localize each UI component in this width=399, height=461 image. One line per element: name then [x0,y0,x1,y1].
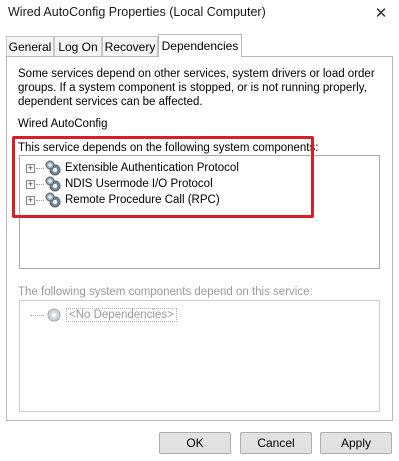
depends-on-label: This service depends on the following sy… [18,142,319,154]
service-name: Wired AutoConfig [18,118,108,130]
gear-service-icon [45,176,61,192]
expand-icon[interactable]: + [26,195,35,205]
tab-label: Log On [58,39,98,54]
tree-item-rpc[interactable]: + Remote Procedure Call (RPC) [26,192,220,208]
gear-service-icon [45,192,61,208]
tree-connector [36,167,44,169]
depends-on-tree[interactable]: + Extensible Authentication Protocol + N… [19,155,380,269]
tab-label: Dependencies [161,39,239,53]
expand-icon[interactable]: + [26,179,35,189]
tree-item-ndis[interactable]: + NDIS Usermode I/O Protocol [26,176,213,192]
tree-item-label: Extensible Authentication Protocol [65,162,239,174]
close-icon: ✕ [374,5,388,22]
description-text: Some services depend on other services, … [18,68,375,108]
tab-label: General [8,39,52,54]
window-title: Wired AutoConfig Properties (Local Compu… [8,5,266,19]
tab-log-on[interactable]: Log On [54,36,102,56]
close-button[interactable]: ✕ [363,0,399,26]
tree-item-label: <No Dependencies> [66,308,177,322]
expand-icon[interactable]: + [26,163,35,173]
ok-button[interactable]: OK [159,432,231,454]
tree-connector [30,314,44,316]
dependents-tree[interactable]: <No Dependencies> [19,300,380,412]
tree-connector [36,199,44,201]
tab-strip: General Log On Recovery Dependencies [6,34,396,57]
cancel-button[interactable]: Cancel [240,432,312,454]
gear-service-icon [47,308,61,322]
tree-item-label: NDIS Usermode I/O Protocol [65,178,213,190]
title-bar: Wired AutoConfig Properties (Local Compu… [0,0,399,26]
gear-service-icon [45,160,61,176]
tab-recovery[interactable]: Recovery [102,36,158,56]
dependents-label: The following system components depend o… [18,286,313,298]
dependencies-panel: Some services depend on other services, … [6,56,393,421]
tree-item-no-dependencies[interactable]: <No Dependencies> [30,307,177,323]
tab-label: Recovery [104,39,156,54]
tree-connector [36,183,44,185]
tab-dependencies[interactable]: Dependencies [158,34,242,57]
tree-item-label: Remote Procedure Call (RPC) [65,194,220,206]
tab-general[interactable]: General [6,36,54,56]
apply-button[interactable]: Apply [320,432,392,454]
tree-item-eap[interactable]: + Extensible Authentication Protocol [26,160,239,176]
